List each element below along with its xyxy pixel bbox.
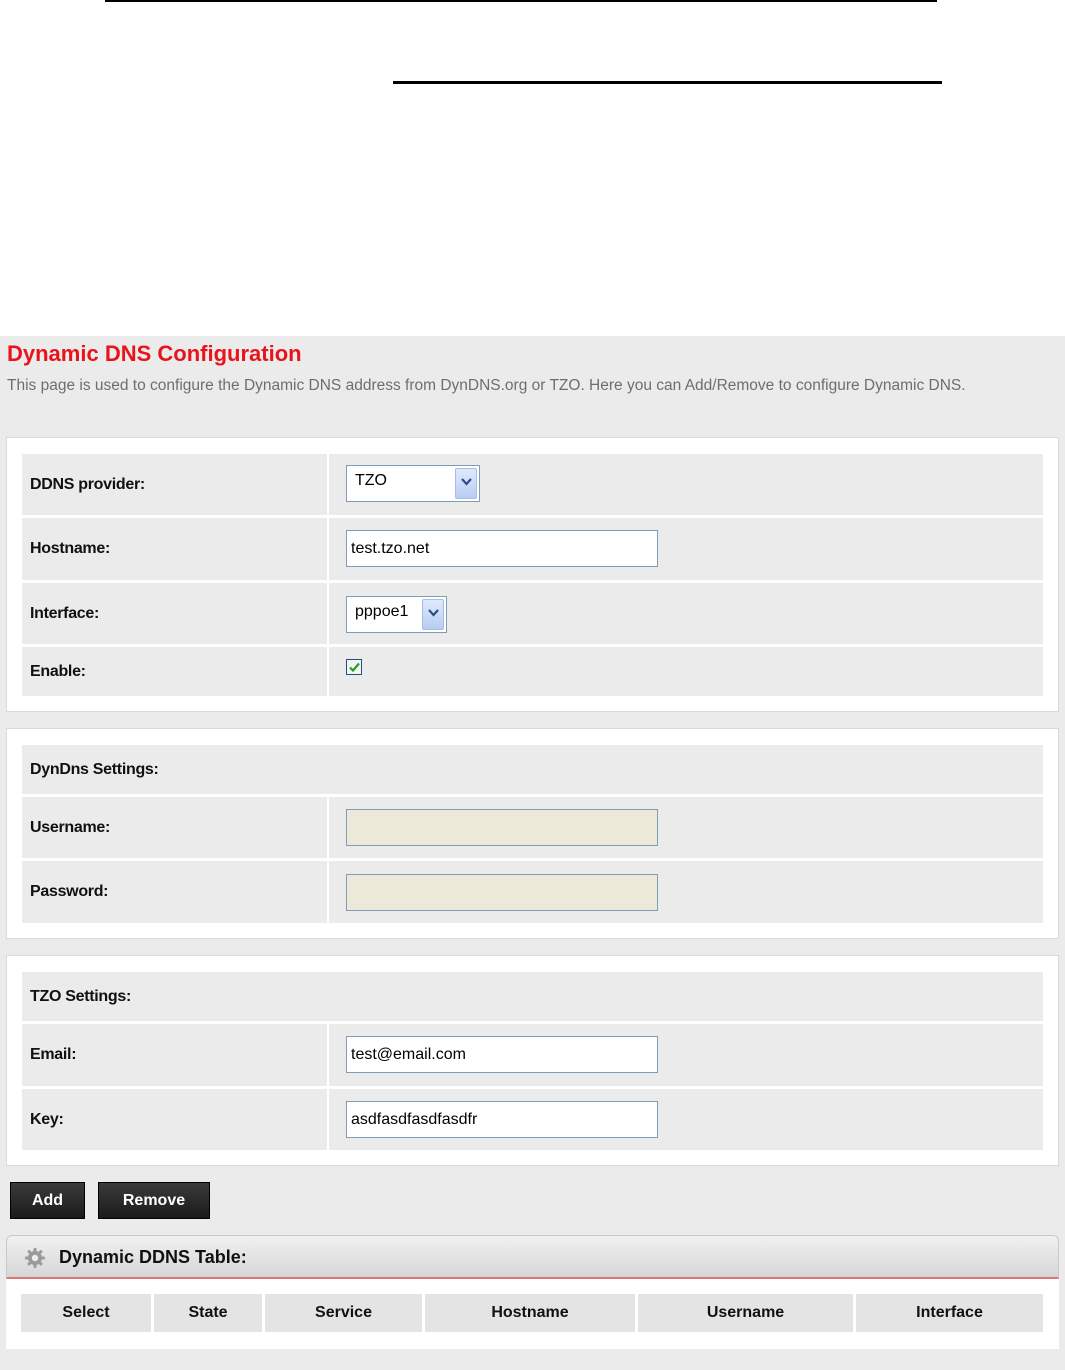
provider-selected-value: TZO <box>355 472 387 489</box>
page-title: Dynamic DNS Configuration <box>7 341 302 366</box>
tzo-header-row: TZO Settings: <box>22 972 1043 1021</box>
column-header-select: Select <box>21 1294 151 1332</box>
password-input[interactable] <box>346 874 658 911</box>
email-row: Email: <box>22 1024 1043 1086</box>
checkmark-icon <box>349 662 360 673</box>
hostname-label: Hostname: <box>30 540 110 557</box>
email-input[interactable] <box>346 1036 658 1073</box>
dyndns-settings-panel: DynDns Settings: Username: Password: <box>6 728 1059 939</box>
add-button[interactable]: Add <box>10 1182 85 1219</box>
secondary-divider-line <box>393 81 942 84</box>
password-label: Password: <box>30 883 109 900</box>
page-description: This page is used to configure the Dynam… <box>7 377 966 394</box>
remove-button[interactable]: Remove <box>98 1182 210 1219</box>
enable-label: Enable: <box>30 662 86 680</box>
ddns-table: Select State Service Hostname Username I… <box>6 1279 1059 1349</box>
hostname-row: Hostname: <box>22 518 1043 580</box>
ddns-settings-panel: DDNS provider: TZO Hostname: Interface: … <box>6 437 1059 712</box>
column-header-state: State <box>154 1294 262 1332</box>
interface-selected-value: pppoe1 <box>355 603 409 620</box>
column-header-service: Service <box>265 1294 422 1332</box>
tzo-settings-panel: TZO Settings: Email: Key: <box>6 955 1059 1166</box>
gear-icon <box>24 1247 46 1274</box>
key-label: Key: <box>30 1110 64 1128</box>
ddns-table-header: Dynamic DDNS Table: <box>6 1235 1059 1279</box>
dyndns-section-label: DynDns Settings: <box>30 760 159 778</box>
key-input[interactable] <box>346 1101 658 1138</box>
email-label: Email: <box>30 1046 77 1063</box>
enable-checkbox[interactable] <box>346 659 362 675</box>
username-row: Username: <box>22 797 1043 858</box>
password-row: Password: <box>22 861 1043 923</box>
chevron-down-icon[interactable] <box>422 599 444 630</box>
key-row: Key: <box>22 1089 1043 1150</box>
dyndns-header-row: DynDns Settings: <box>22 745 1043 794</box>
enable-row: Enable: <box>22 647 1043 696</box>
interface-row: Interface: pppoe1 <box>22 583 1043 644</box>
username-label: Username: <box>30 818 111 836</box>
chevron-down-icon[interactable] <box>455 468 477 499</box>
interface-label: Interface: <box>30 604 100 622</box>
column-header-hostname: Hostname <box>425 1294 635 1332</box>
top-divider-line <box>105 0 937 2</box>
provider-select[interactable]: TZO <box>346 465 480 502</box>
provider-row: DDNS provider: TZO <box>22 454 1043 515</box>
provider-label: DDNS provider: <box>30 475 145 493</box>
column-header-username: Username <box>638 1294 853 1332</box>
interface-select[interactable]: pppoe1 <box>346 596 447 633</box>
tzo-section-label: TZO Settings: <box>30 987 131 1005</box>
column-header-interface: Interface <box>856 1294 1043 1332</box>
table-title: Dynamic DDNS Table: <box>59 1247 247 1267</box>
username-input[interactable] <box>346 809 658 846</box>
hostname-input[interactable] <box>346 530 658 567</box>
